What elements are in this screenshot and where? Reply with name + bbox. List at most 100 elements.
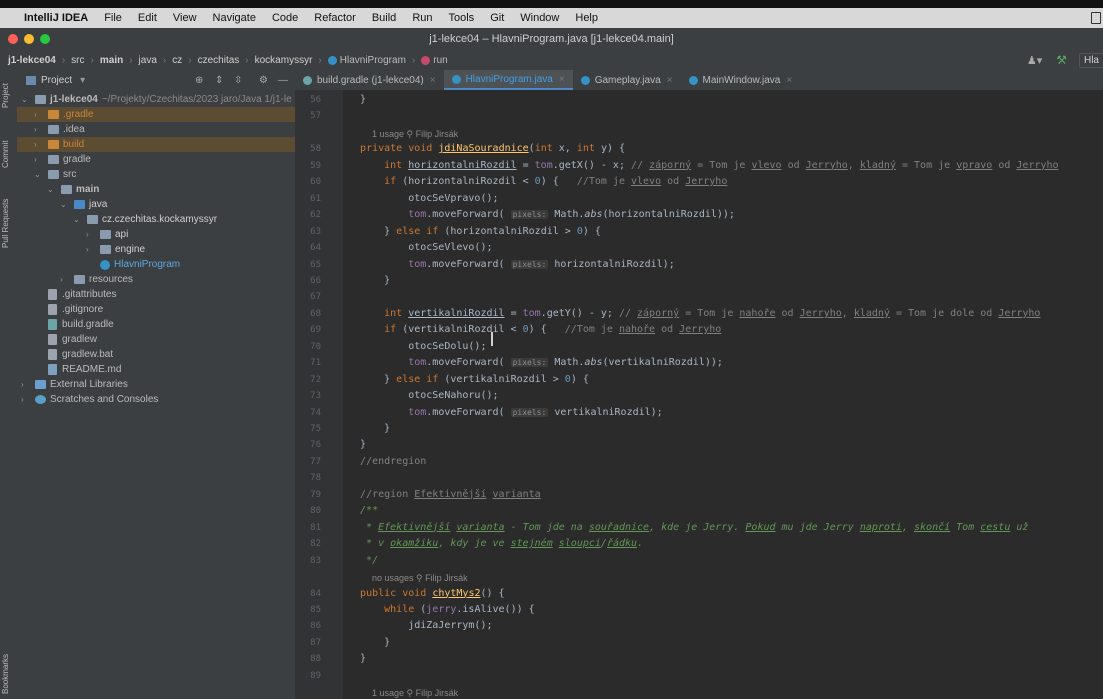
menu-code[interactable]: Code	[272, 12, 298, 24]
tree-item-readme-md[interactable]: README.md	[17, 362, 295, 377]
tree-item-resources[interactable]: › resources	[17, 272, 295, 287]
code-vision-hint[interactable]: 1 usage ⚲ Filip Jirsák	[372, 688, 458, 699]
code-line[interactable]: jdiZaJerrym();	[348, 620, 492, 631]
tree-item-external-libraries[interactable]: › External Libraries	[17, 377, 295, 392]
tree-item-build[interactable]: › build	[17, 137, 295, 152]
breadcrumb-class[interactable]: HlavniProgram	[340, 55, 406, 66]
chevron-right-icon[interactable]: ›	[86, 230, 96, 239]
tree-item-gitattributes[interactable]: .gitattributes	[17, 287, 295, 302]
tree-item-main[interactable]: ⌄ main	[17, 182, 295, 197]
chevron-right-icon[interactable]: ›	[34, 155, 44, 164]
code-line[interactable]: */	[348, 555, 378, 566]
menu-refactor[interactable]: Refactor	[314, 12, 356, 24]
code-line[interactable]: //region Efektivnější varianta	[348, 489, 541, 500]
close-icon[interactable]: ×	[786, 75, 792, 86]
expand-all-icon[interactable]: ⇕	[215, 75, 223, 86]
tree-item-build-gradle[interactable]: build.gradle	[17, 317, 295, 332]
code-line[interactable]: }	[348, 439, 366, 450]
code-line[interactable]: otocSeVpravo();	[348, 193, 498, 204]
breadcrumb-cz[interactable]: cz	[172, 55, 182, 66]
project-tool-tab[interactable]: Project	[1, 76, 16, 116]
menu-help[interactable]: Help	[575, 12, 598, 24]
breadcrumb-java[interactable]: java	[139, 55, 157, 66]
run-config-select[interactable]: Hla	[1078, 52, 1103, 68]
code-line[interactable]: }	[348, 275, 390, 286]
code-vision-hint[interactable]: 1 usage ⚲ Filip Jirsák	[372, 129, 458, 140]
status-icon[interactable]	[1091, 12, 1101, 24]
project-panel-title[interactable]: Project	[41, 75, 72, 86]
pull-requests-tool-tab[interactable]: Pull Requests	[1, 190, 16, 256]
code-line[interactable]: * v okamžiku, kdy je ve stejném sloupci/…	[348, 538, 643, 549]
code-line[interactable]: tom.moveForward( pixels: vertikalniRozdi…	[348, 407, 662, 418]
code-line[interactable]: }	[348, 423, 390, 434]
menu-build[interactable]: Build	[372, 12, 396, 24]
menu-edit[interactable]: Edit	[138, 12, 157, 24]
tree-item-hlavniprogram[interactable]: HlavniProgram	[17, 257, 295, 272]
chevron-right-icon[interactable]: ›	[34, 125, 44, 134]
menu-git[interactable]: Git	[490, 12, 504, 24]
tree-item-cz-czechitas-kockamyssyr[interactable]: ⌄ cz.czechitas.kockamyssyr	[17, 212, 295, 227]
menu-view[interactable]: View	[173, 12, 197, 24]
chevron-down-icon[interactable]: ⌄	[47, 185, 57, 194]
breadcrumb-main[interactable]: main	[100, 55, 123, 66]
editor-tab-build-gradle[interactable]: build.gradle (j1-lekce04) ×	[295, 70, 444, 90]
code-line[interactable]: if (vertikalniRozdil < 0) { //Tom je nah…	[348, 324, 721, 335]
code-line[interactable]: tom.moveForward( pixels: Math.abs(vertik…	[348, 357, 723, 368]
code-line[interactable]: } else if (horizontalniRozdil > 0) {	[348, 226, 601, 237]
tree-item-gradle[interactable]: › gradle	[17, 152, 295, 167]
close-icon[interactable]: ×	[430, 75, 436, 86]
tree-item-java[interactable]: ⌄ java	[17, 197, 295, 212]
chevron-right-icon[interactable]: ›	[86, 245, 96, 254]
editor-tab-gameplay-java[interactable]: Gameplay.java ×	[573, 70, 681, 90]
code-line[interactable]: public void chytMys2() {	[348, 588, 505, 599]
locate-icon[interactable]: ⊕	[195, 75, 203, 86]
editor-tab-hlavniprogram-java[interactable]: HlavniProgram.java ×	[443, 70, 573, 90]
close-icon[interactable]: ×	[667, 75, 673, 86]
gear-icon[interactable]: ⚙	[259, 75, 268, 86]
chevron-down-icon[interactable]: ▾	[80, 75, 85, 86]
bookmarks-tool-tab[interactable]: Bookmarks	[1, 652, 16, 696]
user-icon[interactable]: ♟▾	[1027, 54, 1042, 67]
code-line[interactable]: private void jdiNaSouradnice(int x, int …	[348, 143, 625, 154]
chevron-right-icon[interactable]: ›	[60, 275, 70, 284]
tree-item-j1-lekce04[interactable]: ⌄ j1-lekce04 ~/Projekty/Czechitas/2023 jar…	[17, 92, 295, 107]
hide-panel-icon[interactable]: —	[278, 75, 288, 86]
tree-item-engine[interactable]: › engine	[17, 242, 295, 257]
tree-item-scratches-and-consoles[interactable]: › Scratches and Consoles	[17, 392, 295, 407]
breadcrumb-kockamyssyr[interactable]: kockamyssyr	[255, 55, 313, 66]
code-line[interactable]: int vertikalniRozdil = tom.getY() - y; /…	[348, 308, 1040, 319]
code-line[interactable]: otocSeDolu();	[348, 341, 486, 352]
chevron-down-icon[interactable]: ⌄	[34, 170, 44, 179]
code-line[interactable]: int horizontalniRozdil = tom.getX() - x;…	[348, 160, 1058, 171]
chevron-right-icon[interactable]: ›	[34, 110, 44, 119]
code-line[interactable]: } else if (vertikalniRozdil > 0) {	[348, 374, 589, 385]
tree-item-gradlew-bat[interactable]: gradlew.bat	[17, 347, 295, 362]
tree-item-gradlew[interactable]: gradlew	[17, 332, 295, 347]
tree-item-api[interactable]: › api	[17, 227, 295, 242]
editor-tab-mainwindow-java[interactable]: MainWindow.java ×	[681, 70, 801, 90]
code-line[interactable]: otocSeVlevo();	[348, 242, 492, 253]
build-hammer-icon[interactable]: ⚒	[1056, 53, 1067, 67]
app-menu[interactable]: IntelliJ IDEA	[24, 12, 88, 24]
breadcrumb-method[interactable]: run	[433, 55, 447, 66]
breadcrumb-project[interactable]: j1-lekce04	[8, 55, 56, 66]
code-line[interactable]: tom.moveForward( pixels: horizontalniRoz…	[348, 259, 675, 270]
chevron-down-icon[interactable]: ⌄	[60, 200, 70, 209]
code-line[interactable]: }	[348, 637, 390, 648]
collapse-all-icon[interactable]: ⇳	[234, 75, 242, 86]
breadcrumb-src[interactable]: src	[71, 55, 84, 66]
code-line[interactable]: while (jerry.isAlive()) {	[348, 604, 535, 615]
commit-tool-tab[interactable]: Commit	[1, 134, 16, 174]
menu-run[interactable]: Run	[412, 12, 432, 24]
chevron-down-icon[interactable]: ⌄	[21, 95, 31, 104]
chevron-right-icon[interactable]: ›	[21, 380, 31, 389]
chevron-down-icon[interactable]: ⌄	[73, 215, 83, 224]
menu-navigate[interactable]: Navigate	[213, 12, 256, 24]
close-icon[interactable]: ×	[559, 74, 565, 85]
code-line[interactable]: /**	[348, 505, 378, 516]
chevron-right-icon[interactable]: ›	[34, 140, 44, 149]
code-line[interactable]: //endregion	[348, 456, 426, 467]
code-line[interactable]: tom.moveForward( pixels: Math.abs(horizo…	[348, 209, 735, 220]
code-line[interactable]: otocSeNahoru();	[348, 390, 498, 401]
tree-item-idea[interactable]: › .idea	[17, 122, 295, 137]
